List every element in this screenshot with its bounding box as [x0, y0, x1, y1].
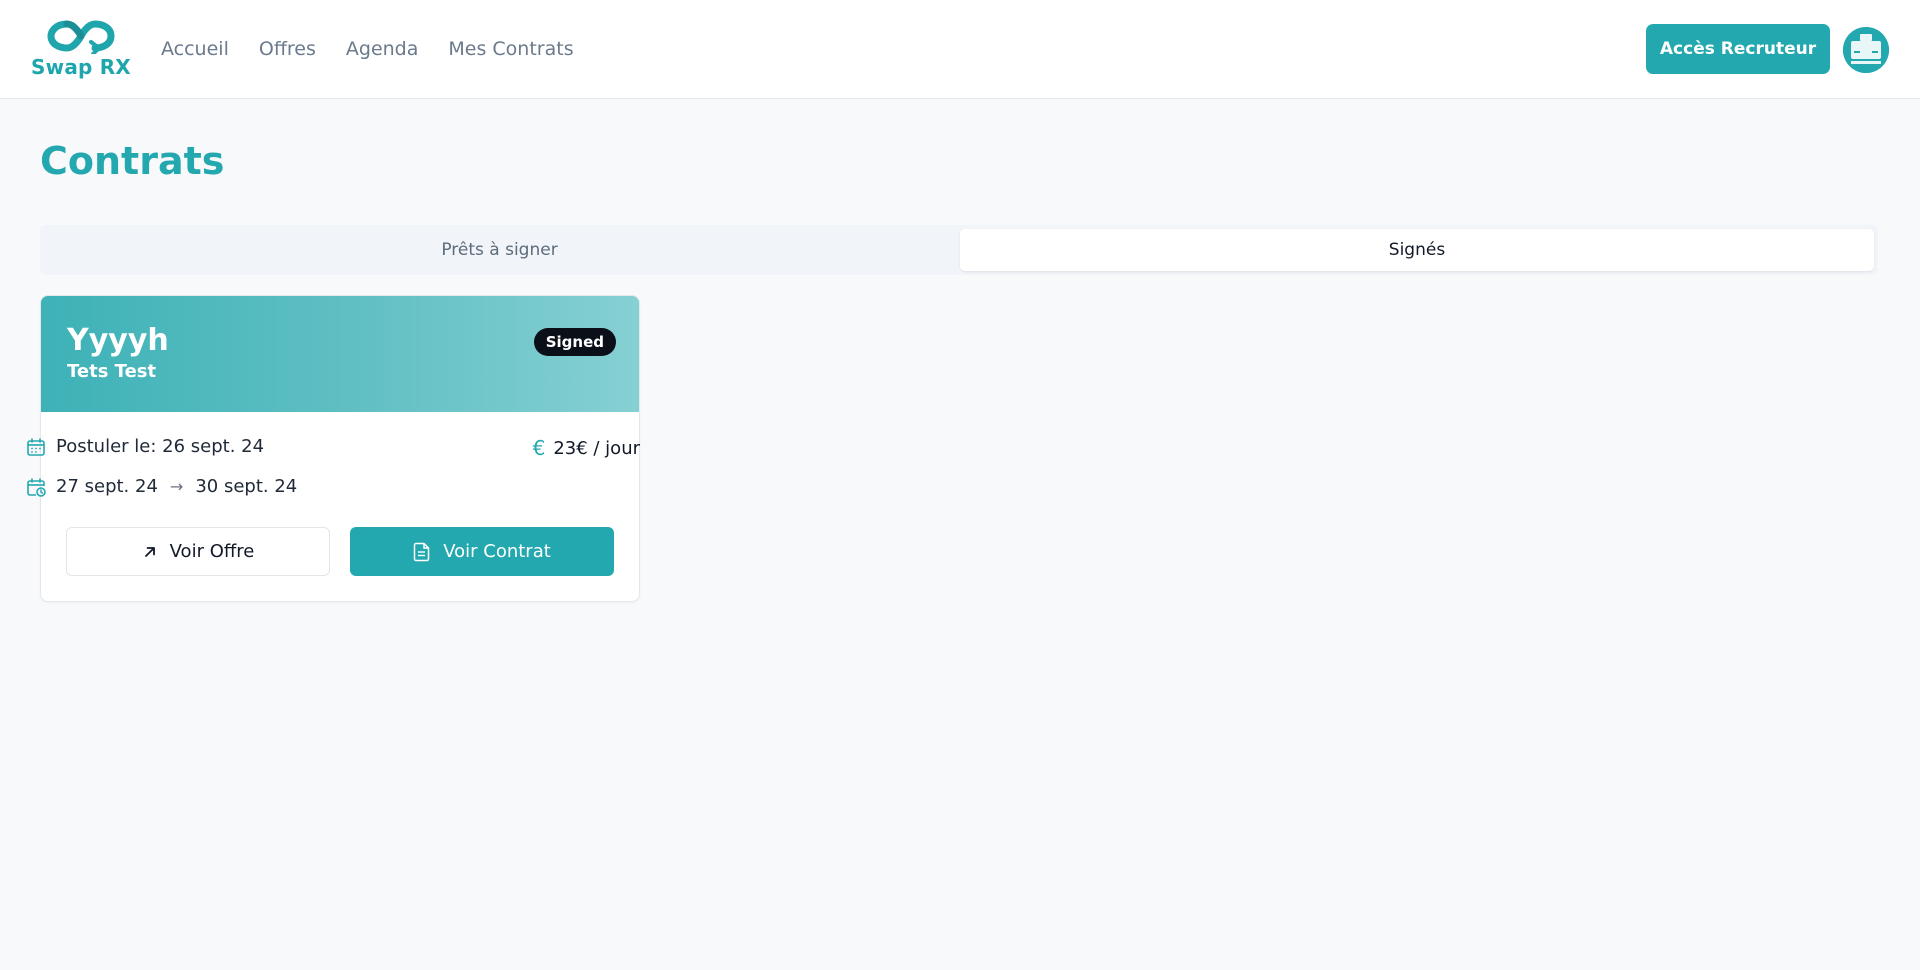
euro-icon: €: [532, 436, 546, 460]
view-offer-label: Voir Offre: [169, 541, 255, 562]
logo-text: Swap RX: [31, 55, 131, 79]
contract-period-row: 27 sept. 24 → 30 sept. 24: [26, 476, 297, 497]
avatar-image-icon: [1843, 27, 1889, 73]
top-header: Swap RX Accueil Offres Agenda Mes Contra…: [0, 0, 1920, 99]
arrow-right-icon: →: [169, 477, 184, 496]
nav-mes-contrats[interactable]: Mes Contrats: [448, 36, 573, 62]
contract-subtitle: Tets Test: [67, 361, 157, 382]
tab-signed[interactable]: Signés: [960, 229, 1874, 271]
avatar[interactable]: [1843, 27, 1889, 73]
start-date: 27 sept. 24: [56, 476, 158, 497]
recruiter-access-button[interactable]: Accès Recruteur: [1646, 24, 1830, 74]
infinity-logo-icon: [47, 20, 115, 54]
swap-rx-logo[interactable]: Swap RX: [30, 18, 132, 80]
page-title: Contrats: [40, 139, 225, 183]
daily-rate: € 23€ / jour: [533, 436, 640, 460]
applied-date-row: Postuler le: 26 sept. 24: [26, 436, 264, 457]
contract-tabs: Prêts à signer Signés: [40, 225, 1878, 275]
end-date: 30 sept. 24: [195, 476, 298, 497]
arrow-up-right-icon: [144, 546, 155, 557]
calendar-icon: [27, 437, 45, 456]
view-contract-button[interactable]: Voir Contrat: [350, 527, 614, 576]
status-badge: Signed: [533, 328, 616, 356]
tab-ready-to-sign[interactable]: Prêts à signer: [44, 229, 955, 271]
contract-card-header: Yyyyh Tets Test Signed: [41, 296, 639, 412]
document-icon: [413, 542, 430, 561]
daily-rate-text: 23€ / jour: [553, 437, 640, 459]
nav-agenda[interactable]: Agenda: [346, 36, 419, 62]
nav-accueil[interactable]: Accueil: [161, 36, 229, 62]
view-offer-button[interactable]: Voir Offre: [66, 527, 330, 576]
view-contract-label: Voir Contrat: [443, 541, 551, 562]
contract-title: Yyyyh: [67, 323, 169, 358]
applied-date-text: Postuler le: 26 sept. 24: [56, 436, 265, 457]
nav-offres[interactable]: Offres: [259, 36, 316, 62]
calendar-clock-icon: [27, 477, 46, 497]
main-nav: Accueil Offres Agenda Mes Contrats: [161, 36, 604, 62]
